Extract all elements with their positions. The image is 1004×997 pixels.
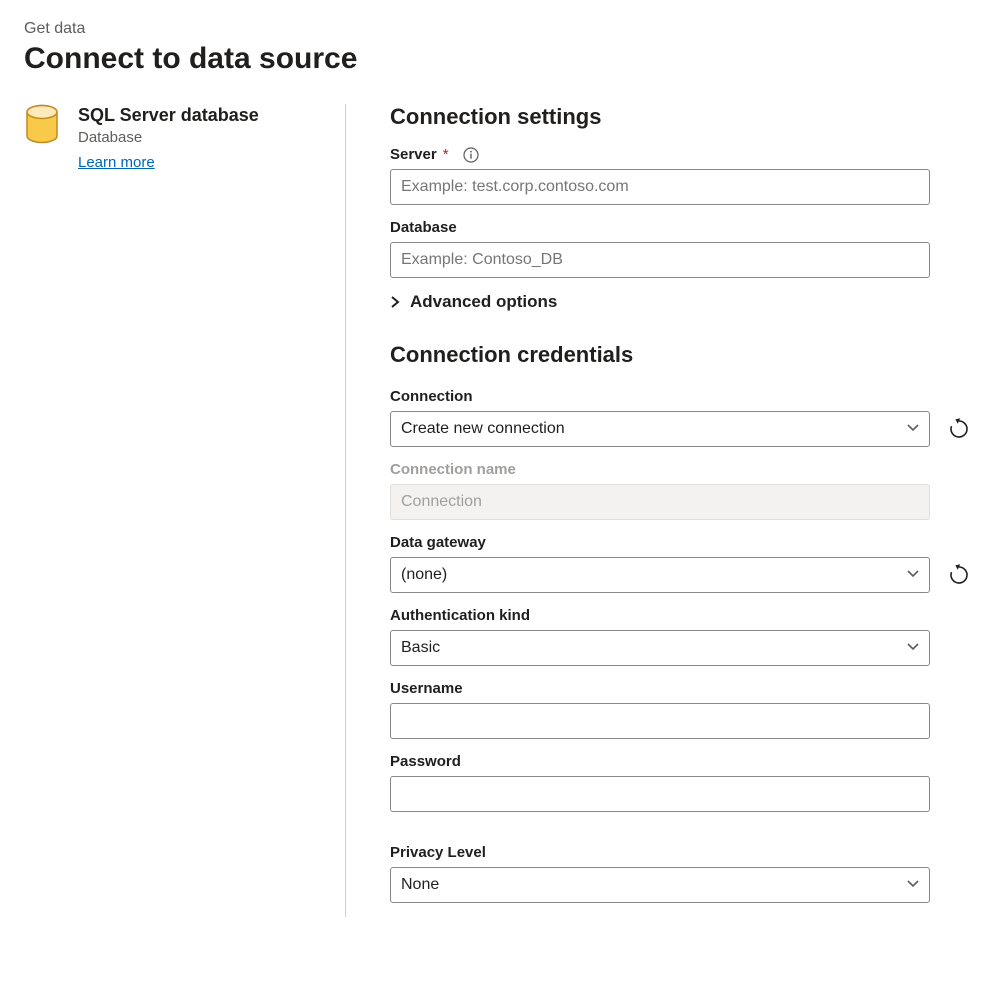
username-label: Username	[390, 680, 970, 697]
source-category: Database	[78, 129, 259, 146]
connection-settings-heading: Connection settings	[390, 104, 970, 130]
database-input[interactable]	[390, 242, 930, 278]
password-input[interactable]	[390, 776, 930, 812]
data-gateway-select[interactable]: (none)	[390, 557, 930, 593]
connection-label: Connection	[390, 388, 970, 405]
connection-name-label: Connection name	[390, 461, 970, 478]
server-label: Server *	[390, 146, 970, 163]
refresh-icon	[948, 418, 970, 440]
required-star: *	[443, 146, 449, 163]
database-icon	[24, 104, 62, 172]
auth-kind-label: Authentication kind	[390, 607, 970, 624]
page-title: Connect to data source	[24, 42, 980, 76]
refresh-gateway-button[interactable]	[948, 564, 970, 586]
privacy-level-select[interactable]: None	[390, 867, 930, 903]
source-title: SQL Server database	[78, 104, 259, 127]
data-source-card: SQL Server database Database Learn more	[24, 104, 325, 172]
chevron-right-icon	[390, 295, 400, 309]
database-label: Database	[390, 219, 970, 236]
connection-credentials-heading: Connection credentials	[390, 342, 970, 368]
advanced-options-toggle[interactable]: Advanced options	[390, 292, 970, 312]
breadcrumb: Get data	[24, 20, 980, 38]
advanced-options-label: Advanced options	[410, 292, 557, 312]
server-input[interactable]	[390, 169, 930, 205]
learn-more-link[interactable]: Learn more	[78, 154, 155, 171]
privacy-level-label: Privacy Level	[390, 844, 970, 861]
data-gateway-label: Data gateway	[390, 534, 970, 551]
info-icon[interactable]	[463, 147, 479, 163]
connection-name-input	[390, 484, 930, 520]
password-label: Password	[390, 753, 970, 770]
refresh-connection-button[interactable]	[948, 418, 970, 440]
auth-kind-select[interactable]: Basic	[390, 630, 930, 666]
username-input[interactable]	[390, 703, 930, 739]
refresh-icon	[948, 564, 970, 586]
connection-select[interactable]: Create new connection	[390, 411, 930, 447]
